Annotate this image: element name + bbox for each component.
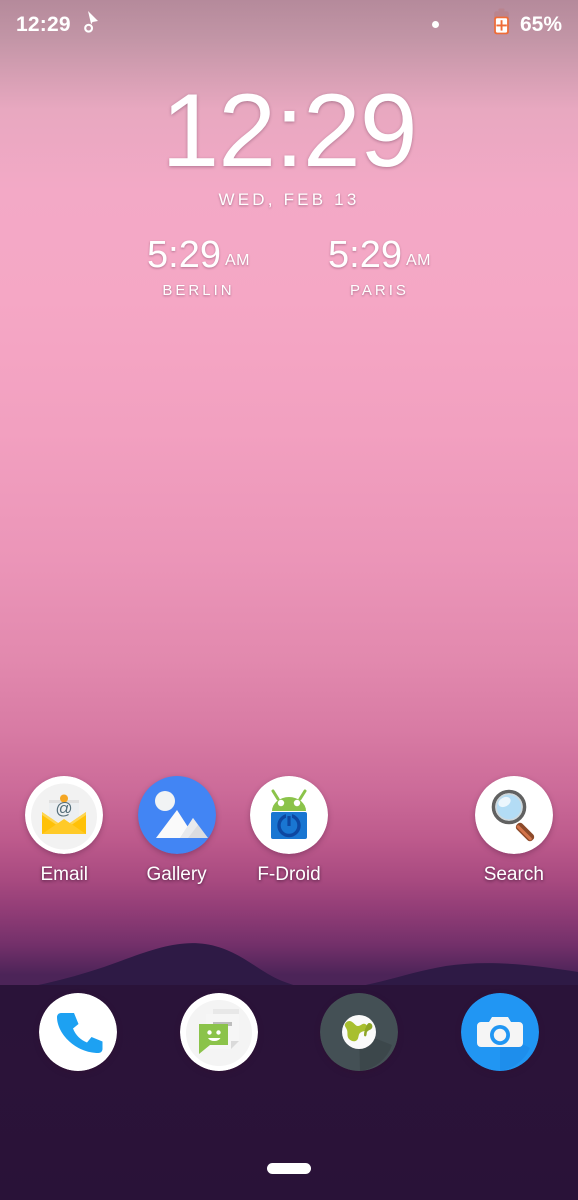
app-icon-fdroid[interactable]: F-Droid [233, 776, 345, 886]
app-label: Gallery [146, 864, 207, 885]
email-envelope-icon: @ [25, 776, 104, 854]
svg-text:@: @ [56, 799, 73, 818]
app-icon-gallery[interactable]: Gallery [120, 776, 232, 886]
pointer-cursor-icon [83, 10, 101, 39]
status-bar-right: 65% [431, 8, 562, 40]
status-bar-left: 12:29 [16, 10, 101, 39]
app-icon-search[interactable]: Search [458, 776, 570, 886]
status-bar-clock: 12:29 [16, 12, 71, 36]
app-grid: @ Email Gallery F-Droid Search [0, 776, 578, 886]
status-bar: 12:29 65% [0, 0, 578, 48]
home-gesture-pill[interactable] [267, 1162, 311, 1174]
camera-icon [460, 993, 539, 1071]
gallery-photo-icon [137, 776, 216, 854]
phone-handset-icon [39, 993, 118, 1071]
clock-widget-date: WED, FEB 13 [218, 190, 360, 210]
app-label: Email [40, 864, 88, 885]
dock-icon-messaging[interactable] [179, 993, 258, 1071]
world-clock-time-value: 5:29 [328, 234, 402, 277]
messaging-bubble-icon [179, 993, 258, 1071]
battery-charging-icon [493, 8, 510, 40]
world-clock-city-name: BERLIN [162, 282, 235, 300]
world-clock-time: 5:29 AM [147, 236, 250, 274]
world-clock-berlin[interactable]: 5:29 AM BERLIN [147, 236, 250, 299]
dot-indicator-icon [431, 20, 439, 28]
app-label: F-Droid [257, 864, 321, 885]
dock-icon-phone[interactable] [39, 993, 118, 1071]
dock-icon-browser[interactable] [320, 993, 399, 1071]
clock-widget[interactable]: 12:29 WED, FEB 13 5:29 AM BERLIN 5:29 AM P… [0, 78, 578, 299]
world-clock-paris[interactable]: 5:29 AM PARIS [328, 236, 431, 299]
battery-percentage: 65% [519, 12, 562, 36]
dock [0, 993, 578, 1071]
fdroid-android-icon [249, 776, 328, 854]
app-label: Search [483, 864, 544, 885]
world-clock-time-value: 5:29 [147, 234, 221, 277]
app-icon-email[interactable]: @ Email [8, 776, 120, 886]
world-clock-time: 5:29 AM [328, 236, 431, 274]
world-clock-ampm: AM [405, 252, 431, 270]
android-home-screen: 12:29 65% 12:29 WED, FEB 13 5:29 AM BERL… [0, 0, 578, 1200]
world-clock-city-name: PARIS [350, 282, 409, 300]
world-clock-list: 5:29 AM BERLIN 5:29 AM PARIS [0, 236, 578, 299]
search-magnifier-icon [474, 776, 553, 854]
navigation-bar [0, 1136, 578, 1200]
browser-globe-icon [320, 993, 399, 1071]
dock-icon-camera[interactable] [460, 993, 539, 1071]
world-clock-ampm: AM [225, 252, 250, 270]
clock-widget-time: 12:29 [161, 73, 417, 189]
